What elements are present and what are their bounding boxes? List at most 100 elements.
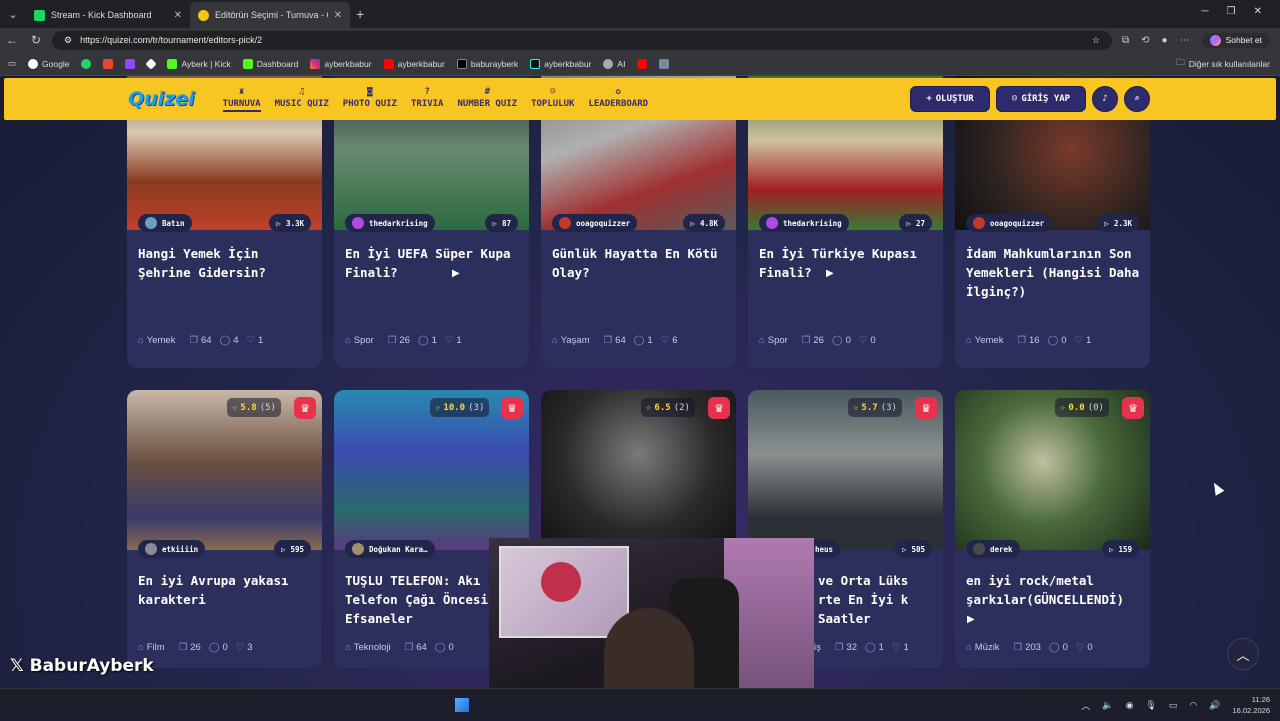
quiz-title[interactable]: En İyi UEFA Süper Kupa Finali? [345,244,523,282]
crown-icon: ♛ [507,402,517,415]
back-icon[interactable]: ← [0,33,24,47]
video-icon: ▶ [452,268,460,279]
create-button[interactable]: + OLUŞTUR [910,86,990,112]
quiz-title[interactable]: Günlük Hayatta En Kötü Olay? [552,244,730,282]
items-icon: ❐ [404,642,414,653]
bookmark-tiktok[interactable]: ayberkbabur [530,58,591,69]
close-tab-icon[interactable]: ✕ [334,10,342,21]
bookmark-youtube[interactable]: ayberkbabur [383,58,445,69]
quiz-title[interactable]: en iyi rock/metal şarkılar(GÜNCELLENDİ) [966,571,1144,609]
rating-badge: ☆ 5.8 (5) [227,398,281,417]
play-count: ▷ 3.3K [269,214,311,232]
nav-topluluk[interactable]: ☺ TOPLULUK [531,87,574,112]
search-button[interactable]: ⌕ [1124,86,1150,112]
network-icon[interactable]: ◉ [1126,700,1134,711]
history-icon[interactable]: ⟲ [1141,35,1149,46]
site-logo[interactable]: Quizei [128,88,195,110]
microphone-icon[interactable]: 🎙 [1145,700,1156,711]
bookmark-instagram[interactable]: ayberkbabur [310,58,372,69]
play-icon: ▷ [1104,218,1109,228]
bookmark-x[interactable]: baburayberk [456,58,518,69]
reading-list-icon[interactable]: ▭ [8,58,16,69]
close-window-icon[interactable]: ✕ [1254,6,1262,17]
author-chip[interactable]: ooagoquizzer [966,214,1052,232]
wifi-icon[interactable]: ◠ [1189,700,1197,711]
quiz-meta: ⌂ Spor ❐ 26 ◯ 1 ♡ 1 [345,335,462,346]
author-chip[interactable]: etkiiiin [138,540,206,558]
bookmark-ayberk-kick[interactable]: Ayberk | Kick [167,58,231,69]
bookmark-diamond[interactable] [145,57,158,70]
tag-icon: ⌂ [345,335,351,346]
play-count: ▷ 2.3K [1097,214,1139,232]
author-chip[interactable]: derek [966,540,1020,558]
author-chip[interactable]: Doğukan Kara… [345,540,435,558]
author-chip[interactable]: ooagoquizzer [552,214,638,232]
new-tab-icon[interactable]: + [356,6,364,22]
crown-button[interactable]: ♛ [501,397,523,419]
clock[interactable]: 11:26 16.02.2026 [1232,694,1270,716]
crown-icon: ♛ [1128,402,1138,415]
profile-icon[interactable]: ● [1162,35,1168,46]
quiz-meta: ⌂ Yemek ❐ 16 ◯ 0 ♡ 1 [966,335,1092,346]
quiz-card[interactable]: ☆ 5.8 (5) ♛ etkiiiin ▷ 595 En iyi Avrupa ya… [127,390,322,668]
bookmark-google[interactable]: Google [28,58,69,69]
nav-leaderboard[interactable]: ✪ LEADERBOARD [588,87,648,112]
author-chip[interactable]: thedarkrising [345,214,435,232]
quiz-title[interactable]: En İyi Türkiye Kupası Finali? [759,244,937,282]
author-chip[interactable]: Batın [138,214,192,232]
close-tab-icon[interactable]: ✕ [174,10,182,21]
nav-photo-quiz[interactable]: ◙ PHOTO QUIZ [343,87,397,112]
bookmark-whatsapp[interactable] [81,58,92,69]
chevron-up-icon[interactable]: ︿ [1081,699,1090,712]
tab-kick-dashboard[interactable]: Stream - Kick Dashboard ✕ [26,2,190,28]
bookmark-youtube-2[interactable] [637,58,648,69]
crown-button[interactable]: ♛ [708,397,730,419]
speaker-icon[interactable]: 🔈 [1102,700,1113,711]
nav-turnuva[interactable]: ♜ TURNUVA [222,87,261,112]
copilot-button[interactable]: Sohbet et [1201,32,1270,48]
tab-list-chevron-icon[interactable]: ⌄ [0,0,26,28]
maximize-icon[interactable]: ❐ [1227,6,1236,17]
crown-button[interactable]: ♛ [294,397,316,419]
quiz-title[interactable]: İdam Mahkumlarının Son Yemekleri (Hangis… [966,244,1144,301]
bookmark-gmail[interactable] [103,58,114,69]
quiz-thumbnail [748,390,943,550]
other-bookmarks[interactable]: 🗀 Diğer sık kullanılanlar [1176,57,1270,71]
quiz-title[interactable]: Hangi Yemek İçin Şehrine Gidersin? [138,244,316,282]
volume-icon[interactable]: 🔊 [1209,700,1220,711]
bookmark-dashboard[interactable]: Dashboard [242,58,298,69]
items-icon: ❐ [1013,642,1023,653]
tab-quizei[interactable]: Editörün Seçimi - Turnuva - Quizei ✕ [190,2,350,28]
nav-number-quiz[interactable]: # NUMBER QUIZ [457,87,517,112]
bookmark-ai[interactable]: AI [603,58,625,69]
play-count: ▷ 27 [899,214,932,232]
favorite-star-icon[interactable]: ☆ [1092,35,1100,46]
crown-button[interactable]: ♛ [1122,397,1144,419]
notifications-button[interactable]: ♪ [1092,86,1118,112]
hash-icon: # [484,86,490,97]
site-info-icon[interactable]: ⚙ [64,35,72,46]
scroll-to-top-button[interactable]: ︿ [1227,638,1259,670]
extensions-icon[interactable]: ⧉ [1122,35,1129,46]
quiz-title[interactable]: En iyi Avrupa yakası karakteri [138,571,316,609]
url-field[interactable]: ⚙ https://quizei.com/tr/tournament/edito… [52,30,1112,50]
quiz-meta: ⌂ Müzik ❐ 203 ◯ 0 ♡ 0 [966,642,1093,653]
tag-icon: ⌂ [552,335,558,346]
windows-start-icon[interactable] [455,698,469,712]
author-chip[interactable]: thedarkrising [759,214,849,232]
display-icon[interactable]: ▭ [1169,700,1178,711]
more-options-icon[interactable]: ⋯ [1180,35,1190,46]
nav-music-quiz[interactable]: ♫ MUSIC QUIZ [275,87,329,112]
minimize-icon[interactable]: ─ [1202,6,1209,17]
tag-icon: ⌂ [759,335,765,346]
bookmark-app[interactable] [659,58,670,69]
login-button[interactable]: ☺ GİRİŞ YAP [996,86,1086,112]
quiz-card[interactable]: ☆ 0.0 (0) ♛ derek ▷ 159 en iyi rock/metal ş… [955,390,1150,668]
quiz-title[interactable]: ve Orta Lüks rte En İyi k Saatler [818,571,938,628]
quiz-meta: ⌂ Film ❐ 26 ◯ 0 ♡ 3 [138,642,253,653]
reload-icon[interactable]: ↻ [24,33,48,47]
play-icon: ▷ [901,544,907,554]
crown-button[interactable]: ♛ [915,397,937,419]
bookmark-twitch[interactable] [125,58,136,69]
nav-trivia[interactable]: ? TRIVIA [411,87,444,112]
